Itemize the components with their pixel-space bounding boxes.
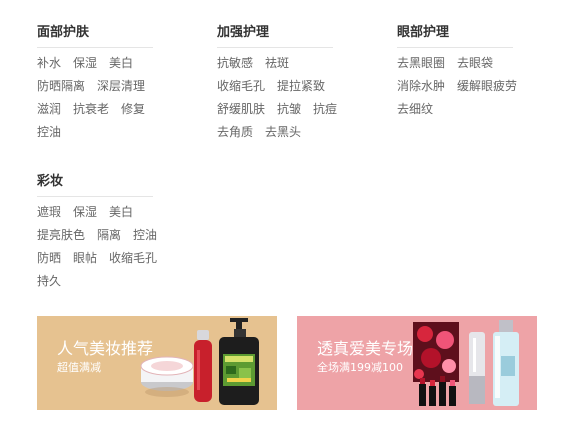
tag-row: 控油 [37, 121, 157, 144]
tag-link[interactable]: 收缩毛孔 [109, 247, 157, 270]
tag-link[interactable]: 抗敏感 [217, 52, 253, 75]
promo-banner-beauty-special[interactable]: 透真爱美专场 全场满199减100 [297, 316, 537, 410]
tag-link[interactable]: 消除水肿 [397, 75, 445, 98]
tag-row: 防晒 眼帖 收缩毛孔 [37, 247, 169, 270]
banner-subtitle: 超值满减 [57, 361, 101, 374]
tag-link[interactable]: 抗痘 [313, 98, 337, 121]
tag-row: 持久 [37, 270, 169, 293]
tag-row: 遮瑕 保湿 美白 [37, 201, 169, 224]
tag-link[interactable]: 缓解眼疲劳 [457, 75, 517, 98]
tag-list: 补水 保湿 美白 防晒隔离 深层清理 滋润 抗衰老 修复 控油 [37, 52, 157, 144]
tag-row: 防晒隔离 深层清理 [37, 75, 157, 98]
tag-link[interactable]: 保湿 [73, 201, 97, 224]
tag-link[interactable]: 提亮肤色 [37, 224, 85, 247]
tag-link[interactable]: 遮瑕 [37, 201, 61, 224]
category-face-care: 面部护肤 补水 保湿 美白 防晒隔离 深层清理 滋润 抗衰老 修复 控油 [37, 24, 157, 144]
tag-list: 去黑眼圈 去眼袋 消除水肿 缓解眼疲劳 去细纹 [397, 52, 529, 121]
tag-link[interactable]: 提拉紧致 [277, 75, 325, 98]
tag-link[interactable]: 持久 [37, 270, 61, 293]
tag-row: 补水 保湿 美白 [37, 52, 157, 75]
tag-row: 滋润 抗衰老 修复 [37, 98, 157, 121]
cosmetics-product-image [140, 318, 259, 405]
tag-row: 提亮肤色 隔离 控油 [37, 224, 169, 247]
tag-row: 消除水肿 缓解眼疲劳 [397, 75, 529, 98]
tag-link[interactable]: 隔离 [97, 224, 121, 247]
tag-link[interactable]: 去角质 [217, 121, 253, 144]
tag-link[interactable]: 去黑眼圈 [397, 52, 445, 75]
promo-banner-popular-makeup[interactable]: 人气美妆推荐 超值满减 [37, 316, 277, 410]
tag-link[interactable]: 控油 [37, 121, 61, 144]
tag-row: 舒缓肌肤 抗皱 抗痘 [217, 98, 349, 121]
tag-link[interactable]: 去眼袋 [457, 52, 493, 75]
tag-link[interactable]: 补水 [37, 52, 61, 75]
category-eye-care: 眼部护理 去黑眼圈 去眼袋 消除水肿 缓解眼疲劳 去细纹 [397, 24, 529, 121]
tag-link[interactable]: 美白 [109, 52, 133, 75]
tag-link[interactable]: 深层清理 [97, 75, 145, 98]
tag-link[interactable]: 去黑头 [265, 121, 301, 144]
tag-row: 去黑眼圈 去眼袋 [397, 52, 529, 75]
tag-link[interactable]: 抗衰老 [73, 98, 109, 121]
tag-link[interactable]: 美白 [109, 201, 133, 224]
tag-link[interactable]: 舒缓肌肤 [217, 98, 265, 121]
tag-list: 抗敏感 祛斑 收缩毛孔 提拉紧致 舒缓肌肤 抗皱 抗痘 去角质 去黑头 [217, 52, 349, 144]
tag-link[interactable]: 滋润 [37, 98, 61, 121]
tag-row: 抗敏感 祛斑 [217, 52, 349, 75]
category-intensive-care: 加强护理 抗敏感 祛斑 收缩毛孔 提拉紧致 舒缓肌肤 抗皱 抗痘 去角质 去黑头 [217, 24, 349, 144]
tag-list: 遮瑕 保湿 美白 提亮肤色 隔离 控油 防晒 眼帖 收缩毛孔 持久 [37, 201, 169, 293]
tag-link[interactable]: 收缩毛孔 [217, 75, 265, 98]
tag-row: 收缩毛孔 提拉紧致 [217, 75, 349, 98]
tag-link[interactable]: 抗皱 [277, 98, 301, 121]
tag-link[interactable]: 眼帖 [73, 247, 97, 270]
tag-link[interactable]: 防晒 [37, 247, 61, 270]
category-title: 眼部护理 [397, 24, 513, 48]
banner-subtitle: 全场满199减100 [317, 361, 403, 374]
tag-link[interactable]: 祛斑 [265, 52, 289, 75]
tag-link[interactable]: 保湿 [73, 52, 97, 75]
category-title: 面部护肤 [37, 24, 153, 48]
tag-row: 去角质 去黑头 [217, 121, 349, 144]
category-makeup: 彩妆 遮瑕 保湿 美白 提亮肤色 隔离 控油 防晒 眼帖 收缩毛孔 持久 [37, 173, 169, 293]
category-title: 彩妆 [37, 173, 153, 197]
banner-title: 透真爱美专场 [317, 339, 414, 358]
tag-link[interactable]: 防晒隔离 [37, 75, 85, 98]
tag-link[interactable]: 修复 [121, 98, 145, 121]
tag-row: 去细纹 [397, 98, 529, 121]
lipstick-skincare-product-image [413, 320, 519, 406]
tag-link[interactable]: 控油 [133, 224, 157, 247]
category-title: 加强护理 [217, 24, 333, 48]
tag-link[interactable]: 去细纹 [397, 98, 433, 121]
